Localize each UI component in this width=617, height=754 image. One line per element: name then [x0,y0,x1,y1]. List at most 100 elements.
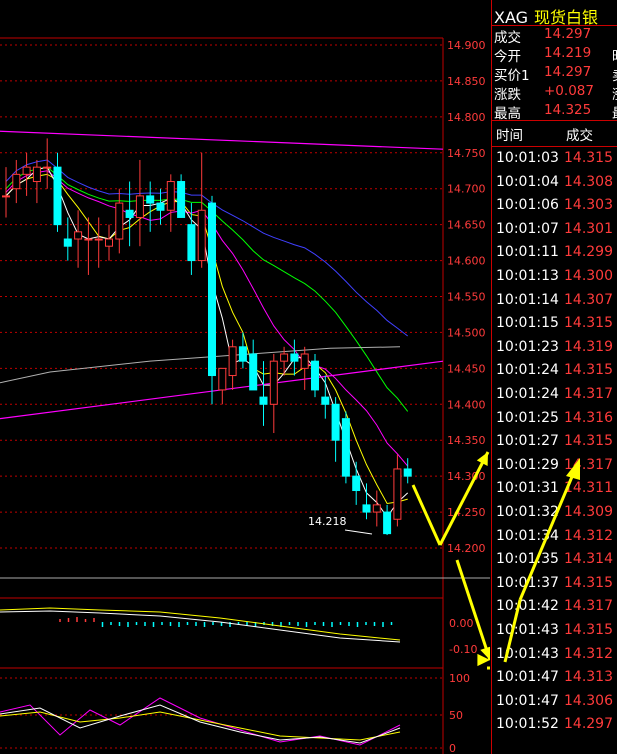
y-tick-label: 14.300 [447,470,486,483]
candle-down [311,360,319,391]
y-tick-label: 14.750 [447,147,486,160]
tick-time: 10:01:06 [496,197,559,214]
quote-value: 14.297 [544,64,592,80]
quote-value: 14.219 [544,45,592,61]
macd-tick-label: -0.10 [449,643,477,656]
y-tick-label: 14.400 [447,398,486,411]
ma20-line [5,166,409,412]
price-axis: 14.900 14.850 14.800 14.750 14.700 14.650 14.6… [447,39,486,555]
tick-price: 14.315 [564,574,613,591]
quote-extra-label: 昨 [612,45,617,65]
candlestick-chart[interactable]: 14.900 14.850 14.800 14.750 14.700 14.650 14.6… [0,0,490,754]
candle-down [156,202,165,211]
candle-up [32,166,41,183]
candle-down [125,209,134,218]
tick-time: 10:01:03 [496,150,559,166]
tick-time: 10:01:42 [496,598,559,615]
candle-down [362,504,371,513]
quote-label: 买价1 [494,68,530,84]
kline-chart-area[interactable]: 14.900 14.850 14.800 14.750 14.700 14.650 14.6… [0,0,490,754]
tick-time: 10:01:47 [496,669,559,686]
tick-time: 10:01:24 [496,362,559,379]
tick-price: 14.303 [564,197,613,214]
tick-time: 10:01:15 [496,315,559,332]
tick-price: 14.306 [564,692,613,709]
tick-time: 10:01:07 [496,220,559,237]
candle-down [177,181,186,218]
tick-time: 10:01:31 [496,480,559,497]
quote-extra-label: 涨 [612,83,617,103]
annotation-arrows [411,451,490,670]
candle-down [259,396,268,405]
tick-price: 14.308 [564,173,613,190]
low-price-label: 14.218 [308,515,347,528]
quote-value: 14.325 [544,102,592,118]
low-price-leader [344,529,373,535]
tick-price: 14.301 [564,220,613,237]
tick-time: 10:01:34 [496,527,559,544]
y-tick-label: 14.700 [447,183,486,196]
tick-price: 14.312 [564,645,613,662]
tick-price: 14.299 [564,244,613,261]
candle-down [238,346,247,362]
candle-up [218,367,227,391]
kdj-d-line [0,711,401,741]
kdj-tick-label: 50 [449,709,463,722]
candle-down [321,396,330,405]
candle-down [53,166,62,226]
tick-time: 10:01:27 [496,433,559,450]
tick-price: 14.319 [564,338,613,355]
divider [492,120,617,121]
kdj-k-line [0,704,401,744]
tick-price: 14.312 [564,527,613,544]
y-tick-label: 14.350 [447,434,486,447]
quote-value: +0.087 [544,83,594,99]
candle-down [63,238,72,247]
tick-price: 14.297 [564,716,613,733]
quote-panel: XAG现货白银 成交14.297今开14.219昨买价114.297卖涨跌+0.… [491,0,617,754]
macd-panel: 0.00 -0.10 [0,607,477,656]
candle-up [43,166,52,169]
candle-up [269,360,278,405]
tick-time: 10:01:32 [496,504,559,520]
kdj-panel: 100 50 0 [0,672,470,754]
tick-time: 10:01:52 [496,716,559,733]
candle-up [300,353,309,369]
tick-time: 10:01:23 [496,338,559,355]
candle-down [352,475,361,492]
candle-down [187,224,196,262]
arrow-stroke [411,484,442,546]
y-tick-label: 14.450 [447,362,486,375]
candle-up [105,238,113,247]
tick-price: 14.315 [564,315,613,332]
candles [2,138,412,536]
candle-up [166,181,175,211]
y-tick-label: 14.550 [447,291,486,304]
tick-price: 14.315 [564,150,613,166]
tick-price: 14.309 [564,504,613,520]
y-tick-label: 14.600 [447,255,486,268]
tick-price: 14.317 [564,386,613,402]
candle-up [12,173,21,190]
y-tick-label: 14.850 [447,75,486,88]
tick-time: 10:01:24 [496,386,559,402]
tick-price: 14.317 [564,598,613,615]
macd-tick-label: 0.00 [449,617,474,630]
tick-time: 10:01:04 [496,173,559,190]
quote-extra-label: 卖 [612,64,617,84]
arrow-pivot-2-head [487,666,490,670]
long-ma-line [0,130,444,150]
candle-up [228,346,237,377]
tick-time: 10:01:43 [496,622,559,638]
quote-label: 涨跌 [494,87,521,103]
tick-time: 10:01:25 [496,409,559,426]
tick-time: 10:01:14 [496,291,559,308]
candle-up [22,166,31,175]
quote-label: 最高 [494,106,521,122]
candle-up [115,202,124,240]
y-tick-label: 14.200 [447,542,486,555]
tick-price: 14.307 [564,291,613,308]
candle-down [403,468,412,477]
tick-price: 14.315 [564,362,613,379]
candle-up [393,468,402,520]
